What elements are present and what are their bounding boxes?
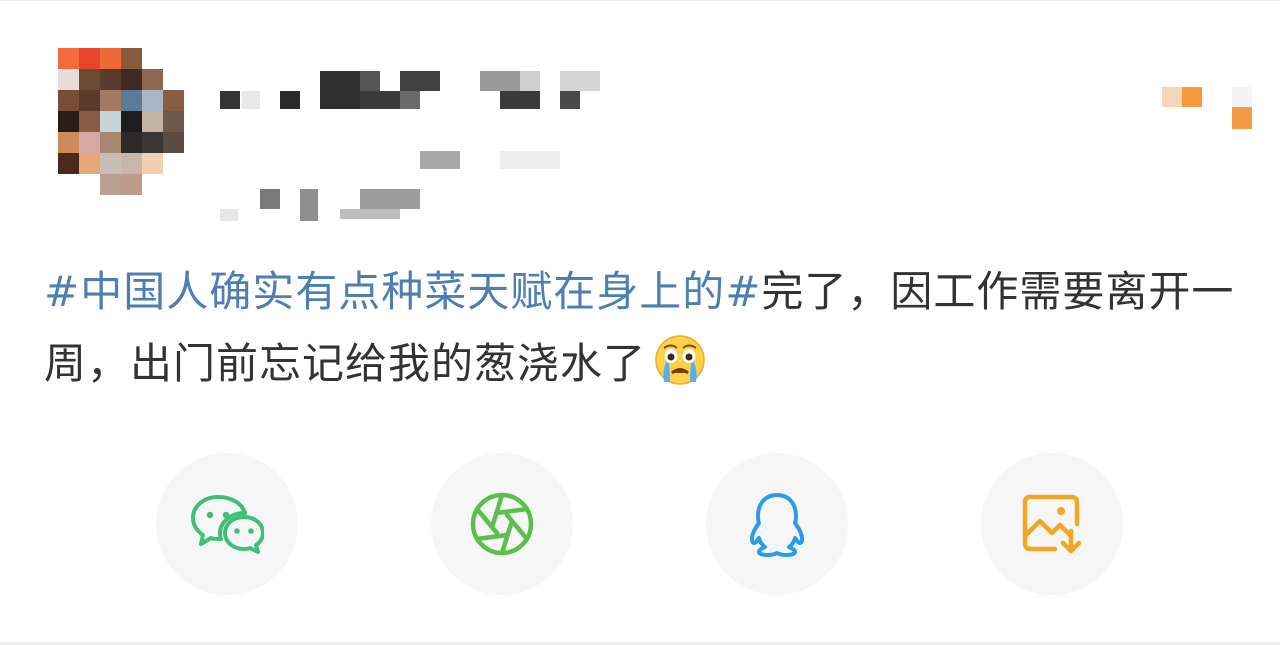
share-wechat-button[interactable] bbox=[156, 453, 298, 595]
share-moments-button[interactable] bbox=[431, 453, 573, 595]
share-bar bbox=[156, 453, 1126, 595]
meta-redacted bbox=[420, 151, 560, 171]
source-redacted bbox=[220, 189, 420, 221]
post-card: #中国人确实有点种菜天赋在身上的#完了，因工作需要离开一周，出门前忘记给我的葱浇… bbox=[0, 0, 1280, 645]
topic-hashtag-link[interactable]: #中国人确实有点种菜天赋在身上的# bbox=[44, 267, 761, 316]
crying-face-emoji-icon bbox=[652, 332, 708, 388]
follow-button-redacted[interactable] bbox=[1162, 87, 1252, 147]
wechat-icon bbox=[191, 495, 264, 554]
username-redacted[interactable] bbox=[220, 71, 610, 111]
image-download-icon bbox=[1022, 494, 1082, 554]
qq-penguin-icon bbox=[750, 493, 804, 557]
avatar[interactable] bbox=[58, 48, 184, 195]
post-text: #中国人确实有点种菜天赋在身上的#完了，因工作需要离开一周，出门前忘记给我的葱浇… bbox=[44, 256, 1244, 400]
save-image-button[interactable] bbox=[981, 453, 1123, 595]
share-qq-button[interactable] bbox=[706, 453, 848, 595]
camera-shutter-icon bbox=[470, 492, 534, 556]
